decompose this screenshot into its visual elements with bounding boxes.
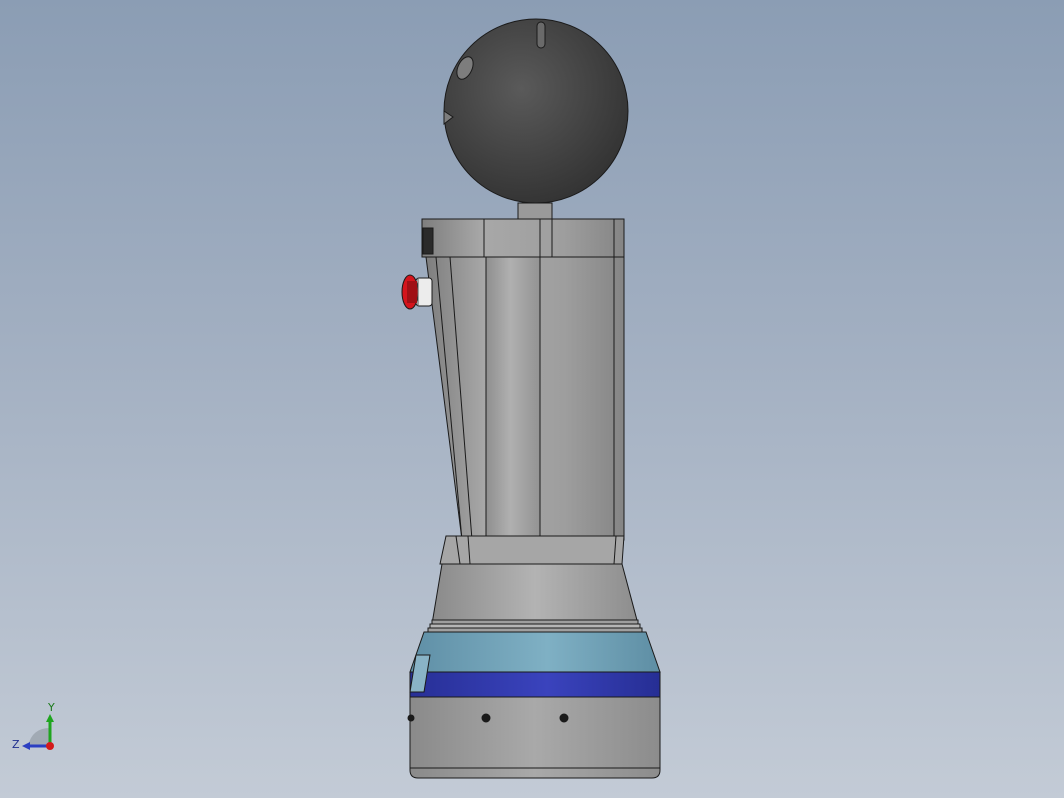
orientation-triad: Y Z — [12, 701, 55, 751]
triad-y-label: Y — [47, 701, 55, 714]
triad-y-arrow — [46, 714, 54, 722]
upper-collar[interactable] — [421, 218, 625, 258]
head-top-slot — [536, 21, 546, 49]
model-viewport[interactable] — [0, 0, 1064, 798]
robot-head[interactable] — [443, 18, 629, 204]
collar-dark-panel — [422, 227, 434, 255]
lower-taper — [427, 563, 643, 633]
main-body[interactable] — [425, 256, 625, 565]
triad-z-arrow — [22, 742, 30, 750]
base-screw — [559, 713, 569, 723]
base-screw — [481, 713, 491, 723]
emergency-stop-button[interactable] — [401, 274, 433, 310]
triad-base-shadow — [28, 728, 50, 746]
robot-neck — [517, 202, 553, 221]
base-screw — [407, 714, 415, 722]
body-cylinder — [485, 256, 541, 537]
triad-x-axis-dot — [46, 742, 54, 750]
robot-model[interactable] — [401, 18, 661, 779]
triad-z-label: Z — [12, 738, 20, 751]
robot-base[interactable] — [407, 631, 661, 779]
